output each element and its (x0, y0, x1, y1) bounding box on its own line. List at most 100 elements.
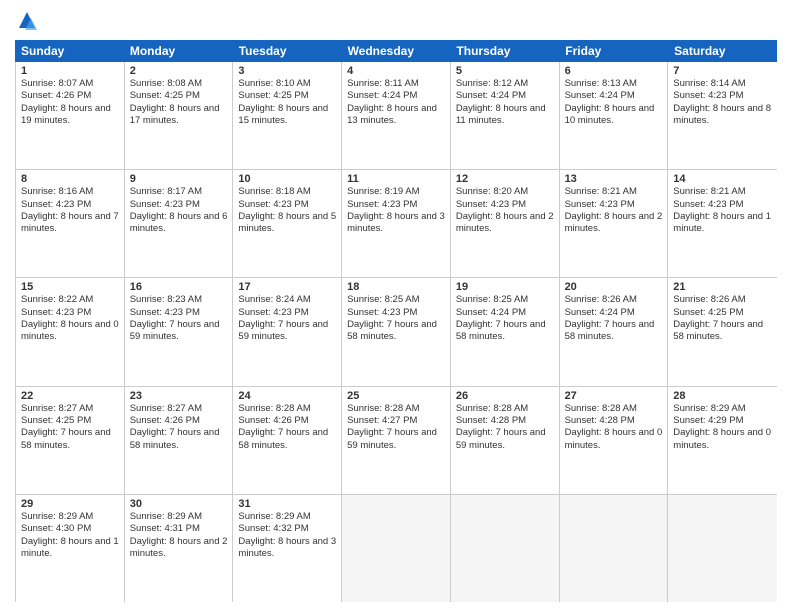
empty-cell (560, 495, 669, 602)
cell-info: Sunrise: 8:19 AM (347, 186, 445, 198)
cell-info: Sunset: 4:30 PM (21, 523, 119, 535)
cell-info: Daylight: 7 hours and 58 minutes. (347, 319, 445, 344)
calendar-cell: 20Sunrise: 8:26 AMSunset: 4:24 PMDayligh… (560, 278, 669, 385)
calendar-cell: 31Sunrise: 8:29 AMSunset: 4:32 PMDayligh… (233, 495, 342, 602)
cell-info: Daylight: 8 hours and 0 minutes. (21, 319, 119, 344)
calendar-cell: 11Sunrise: 8:19 AMSunset: 4:23 PMDayligh… (342, 170, 451, 277)
weekday-header: Sunday (15, 40, 124, 62)
cell-info: Sunset: 4:26 PM (130, 415, 228, 427)
cell-info: Sunrise: 8:23 AM (130, 294, 228, 306)
day-number: 7 (673, 65, 772, 77)
calendar-body: 1Sunrise: 8:07 AMSunset: 4:26 PMDaylight… (15, 62, 777, 602)
day-number: 2 (130, 65, 228, 77)
calendar-cell: 29Sunrise: 8:29 AMSunset: 4:30 PMDayligh… (16, 495, 125, 602)
day-number: 8 (21, 173, 119, 185)
calendar-cell: 18Sunrise: 8:25 AMSunset: 4:23 PMDayligh… (342, 278, 451, 385)
cell-info: Sunset: 4:24 PM (456, 307, 554, 319)
cell-info: Daylight: 8 hours and 1 minute. (21, 536, 119, 561)
calendar-cell: 1Sunrise: 8:07 AMSunset: 4:26 PMDaylight… (16, 62, 125, 169)
cell-info: Daylight: 8 hours and 2 minutes. (130, 536, 228, 561)
calendar-cell: 4Sunrise: 8:11 AMSunset: 4:24 PMDaylight… (342, 62, 451, 169)
cell-info: Sunrise: 8:18 AM (238, 186, 336, 198)
cell-info: Sunset: 4:23 PM (130, 307, 228, 319)
cell-info: Sunrise: 8:07 AM (21, 78, 119, 90)
cell-info: Daylight: 8 hours and 17 minutes. (130, 103, 228, 128)
cell-info: Sunrise: 8:08 AM (130, 78, 228, 90)
cell-info: Daylight: 7 hours and 59 minutes. (347, 427, 445, 452)
day-number: 16 (130, 281, 228, 293)
calendar-cell: 27Sunrise: 8:28 AMSunset: 4:28 PMDayligh… (560, 387, 669, 494)
cell-info: Daylight: 7 hours and 58 minutes. (565, 319, 663, 344)
weekday-header: Wednesday (342, 40, 451, 62)
day-number: 18 (347, 281, 445, 293)
day-number: 13 (565, 173, 663, 185)
cell-info: Daylight: 7 hours and 59 minutes. (456, 427, 554, 452)
weekday-header: Saturday (668, 40, 777, 62)
cell-info: Sunset: 4:23 PM (238, 199, 336, 211)
weekday-header: Monday (124, 40, 233, 62)
cell-info: Sunset: 4:31 PM (130, 523, 228, 535)
header (15, 10, 777, 34)
cell-info: Sunrise: 8:27 AM (21, 403, 119, 415)
calendar-cell: 3Sunrise: 8:10 AMSunset: 4:25 PMDaylight… (233, 62, 342, 169)
cell-info: Sunrise: 8:21 AM (673, 186, 772, 198)
cell-info: Sunrise: 8:10 AM (238, 78, 336, 90)
calendar-cell: 10Sunrise: 8:18 AMSunset: 4:23 PMDayligh… (233, 170, 342, 277)
empty-cell (668, 495, 777, 602)
day-number: 20 (565, 281, 663, 293)
cell-info: Daylight: 7 hours and 58 minutes. (238, 427, 336, 452)
calendar-header: SundayMondayTuesdayWednesdayThursdayFrid… (15, 40, 777, 62)
calendar-row: 1Sunrise: 8:07 AMSunset: 4:26 PMDaylight… (16, 62, 777, 170)
day-number: 25 (347, 390, 445, 402)
cell-info: Daylight: 8 hours and 13 minutes. (347, 103, 445, 128)
cell-info: Daylight: 8 hours and 0 minutes. (565, 427, 663, 452)
cell-info: Sunset: 4:23 PM (238, 307, 336, 319)
cell-info: Sunset: 4:28 PM (565, 415, 663, 427)
calendar-cell: 9Sunrise: 8:17 AMSunset: 4:23 PMDaylight… (125, 170, 234, 277)
calendar-cell: 22Sunrise: 8:27 AMSunset: 4:25 PMDayligh… (16, 387, 125, 494)
cell-info: Sunset: 4:23 PM (673, 199, 772, 211)
cell-info: Sunset: 4:26 PM (238, 415, 336, 427)
cell-info: Sunset: 4:23 PM (347, 199, 445, 211)
cell-info: Sunset: 4:24 PM (565, 307, 663, 319)
cell-info: Sunset: 4:24 PM (456, 90, 554, 102)
cell-info: Sunrise: 8:14 AM (673, 78, 772, 90)
calendar-row: 29Sunrise: 8:29 AMSunset: 4:30 PMDayligh… (16, 495, 777, 602)
cell-info: Daylight: 8 hours and 8 minutes. (673, 103, 772, 128)
cell-info: Daylight: 8 hours and 10 minutes. (565, 103, 663, 128)
cell-info: Sunset: 4:23 PM (21, 307, 119, 319)
day-number: 26 (456, 390, 554, 402)
day-number: 22 (21, 390, 119, 402)
calendar-cell: 5Sunrise: 8:12 AMSunset: 4:24 PMDaylight… (451, 62, 560, 169)
cell-info: Sunrise: 8:29 AM (130, 511, 228, 523)
cell-info: Sunrise: 8:21 AM (565, 186, 663, 198)
day-number: 10 (238, 173, 336, 185)
cell-info: Sunrise: 8:20 AM (456, 186, 554, 198)
day-number: 30 (130, 498, 228, 510)
calendar-cell: 28Sunrise: 8:29 AMSunset: 4:29 PMDayligh… (668, 387, 777, 494)
cell-info: Daylight: 8 hours and 3 minutes. (347, 211, 445, 236)
cell-info: Sunset: 4:23 PM (565, 199, 663, 211)
cell-info: Daylight: 8 hours and 1 minute. (673, 211, 772, 236)
day-number: 12 (456, 173, 554, 185)
day-number: 27 (565, 390, 663, 402)
day-number: 11 (347, 173, 445, 185)
calendar-cell: 13Sunrise: 8:21 AMSunset: 4:23 PMDayligh… (560, 170, 669, 277)
cell-info: Sunrise: 8:28 AM (456, 403, 554, 415)
calendar-cell: 24Sunrise: 8:28 AMSunset: 4:26 PMDayligh… (233, 387, 342, 494)
cell-info: Daylight: 8 hours and 11 minutes. (456, 103, 554, 128)
cell-info: Daylight: 8 hours and 19 minutes. (21, 103, 119, 128)
day-number: 21 (673, 281, 772, 293)
day-number: 28 (673, 390, 772, 402)
calendar-cell: 7Sunrise: 8:14 AMSunset: 4:23 PMDaylight… (668, 62, 777, 169)
day-number: 31 (238, 498, 336, 510)
cell-info: Sunrise: 8:28 AM (565, 403, 663, 415)
cell-info: Sunset: 4:25 PM (673, 307, 772, 319)
cell-info: Sunrise: 8:26 AM (565, 294, 663, 306)
cell-info: Sunset: 4:23 PM (456, 199, 554, 211)
calendar-row: 15Sunrise: 8:22 AMSunset: 4:23 PMDayligh… (16, 278, 777, 386)
calendar-cell: 8Sunrise: 8:16 AMSunset: 4:23 PMDaylight… (16, 170, 125, 277)
cell-info: Sunrise: 8:28 AM (347, 403, 445, 415)
cell-info: Daylight: 8 hours and 6 minutes. (130, 211, 228, 236)
day-number: 5 (456, 65, 554, 77)
